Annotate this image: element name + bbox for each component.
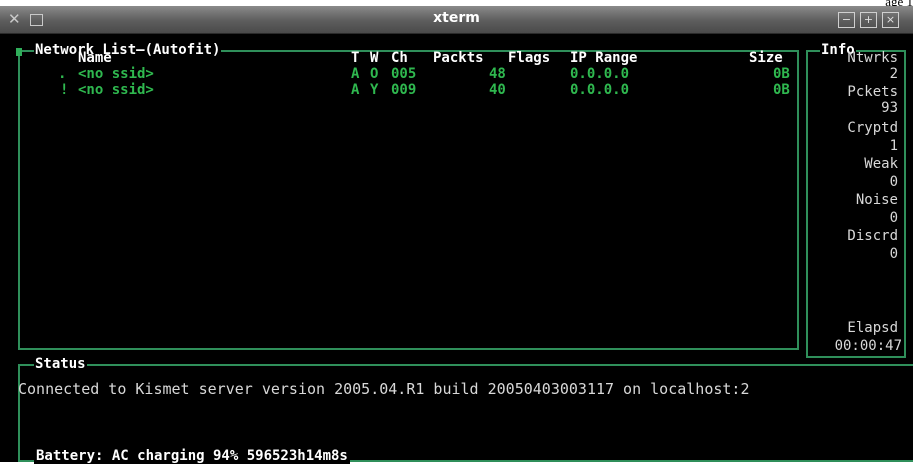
network-marker: !	[60, 82, 69, 98]
cursor-marker	[16, 48, 22, 56]
info-label-networks: Ntwrks	[847, 50, 898, 66]
network-row[interactable]: . <no ssid> A O 005 48 0.0.0.0 0B	[20, 66, 797, 82]
maximize-icon: +	[863, 13, 874, 26]
info-value-networks: 2	[889, 66, 898, 82]
network-packets: 40	[489, 82, 506, 98]
status-title: Status	[34, 356, 87, 372]
info-label-crypted: Cryptd	[847, 120, 898, 136]
column-header-flags: Flags	[508, 50, 551, 66]
info-value-discarded: 0	[889, 246, 898, 262]
terminal-area[interactable]: Network List—(Autofit) Name T W Ch Packt…	[0, 34, 913, 464]
network-ip-range: 0.0.0.0	[570, 82, 630, 98]
network-size: 0B	[773, 82, 790, 98]
info-label-weak: Weak	[864, 156, 898, 172]
column-header-name: Name	[78, 50, 112, 66]
network-size: 0B	[773, 66, 790, 82]
info-value-packets: 93	[881, 100, 898, 116]
network-wep: O	[370, 66, 379, 82]
info-label-discarded: Discrd	[847, 228, 898, 244]
network-name: <no ssid>	[78, 66, 154, 82]
info-panel: Info Ntwrks 2 Pckets 93 Cryptd 1 Weak 0 …	[806, 42, 906, 358]
network-ip-range: 0.0.0.0	[570, 66, 630, 82]
minimize-icon: −	[841, 13, 852, 26]
network-channel: 009	[391, 82, 417, 98]
network-channel: 005	[391, 66, 417, 82]
column-header-size: Size	[749, 50, 783, 66]
info-label-packets: Pckets	[847, 84, 898, 100]
minimize-button[interactable]: −	[838, 12, 855, 28]
maximize-button[interactable]: +	[860, 12, 877, 28]
window-title: xterm	[433, 10, 480, 26]
close-button[interactable]: ×	[882, 12, 899, 28]
network-list-panel: Network List—(Autofit) Name T W Ch Packt…	[16, 42, 799, 350]
network-row[interactable]: ! <no ssid> A Y 009 40 0.0.0.0 0B	[20, 82, 797, 98]
column-header-ip-range: IP Range	[570, 50, 638, 66]
info-value-weak: 0	[889, 174, 898, 190]
info-value-noise: 0	[889, 210, 898, 226]
column-header-wep: W	[370, 50, 379, 66]
column-header-packets: Packts	[433, 50, 484, 66]
xterm-window: ✕ xterm − + × Network List—(Autofit) Nam…	[0, 6, 913, 464]
info-value-elapsed: 00:00:47	[834, 338, 902, 354]
info-value-crypted: 1	[889, 138, 898, 154]
info-label-elapsed: Elapsd	[847, 320, 898, 336]
info-label-noise: Noise	[855, 192, 898, 208]
network-marker: .	[58, 66, 67, 82]
network-list-title: Network List—(Autofit)	[34, 42, 222, 58]
title-bar[interactable]: ✕ xterm − + ×	[0, 6, 913, 34]
network-packets: 48	[489, 66, 506, 82]
network-type: A	[351, 66, 360, 82]
network-type: A	[351, 82, 360, 98]
column-header-channel: Ch	[391, 50, 408, 66]
status-message: Connected to Kismet server version 2005.…	[18, 380, 750, 398]
network-name: <no ssid>	[78, 82, 154, 98]
close-icon: ×	[885, 13, 896, 26]
column-header-type: T	[351, 50, 360, 66]
network-wep: Y	[370, 82, 379, 98]
